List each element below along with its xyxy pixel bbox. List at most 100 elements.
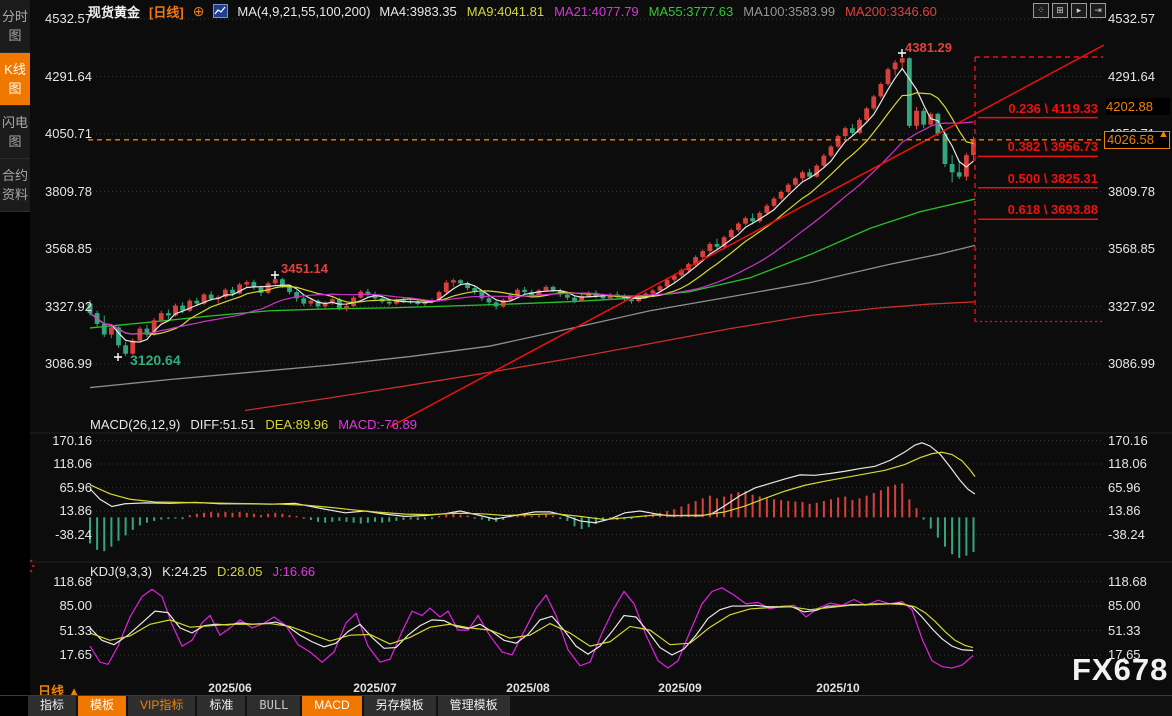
kdj-title: KDJ(9,3,3): [90, 564, 153, 579]
crosshair-icon[interactable]: ⁘: [1033, 3, 1049, 18]
date-label-2025/06: 2025/06: [208, 681, 252, 695]
macd-axis-left-118.06: 118.06: [53, 456, 92, 471]
app-window: 分时图 K线图 闪电图 合约资料 现货黄金 [日线] ⊕ MA(4,9,21,55,1…: [0, 0, 1172, 716]
date-label-2025/10: 2025/10: [816, 681, 860, 695]
export-panel-icon[interactable]: ⇥: [1090, 3, 1106, 18]
kdj-k-value: K:24.25: [162, 564, 207, 579]
period-label[interactable]: [日线]: [149, 2, 184, 21]
fib-level-label-3: 0.618 \ 3693.88: [1007, 202, 1098, 218]
chart-mode-tabs: 分时图 K线图 闪电图 合约资料: [0, 0, 30, 212]
fibonacci-retracement[interactable]: [974, 56, 1105, 323]
macd-axis-left-65.96: 65.96: [59, 479, 92, 495]
ma-value-3: MA55:3777.63: [648, 3, 734, 19]
watermark: FX678: [1072, 652, 1169, 687]
macd-panel[interactable]: [89, 442, 976, 558]
candles-layer: [87, 55, 976, 356]
kdj-k-line: [89, 602, 974, 656]
swing-high-label: 3451.14: [281, 261, 328, 276]
price-axis-right-3086.99: 3086.99: [1108, 356, 1155, 371]
kdj-j-value: J:16.66: [272, 564, 316, 579]
toolbar-spacer: [0, 696, 28, 716]
macd-diff-value: DIFF:51.51: [190, 417, 256, 432]
symbol-name: 现货黄金: [88, 4, 141, 20]
macd-dea-line: [89, 451, 976, 521]
macd-axis-left-170.16: 170.16: [52, 432, 92, 448]
chart-type-icon[interactable]: [213, 4, 229, 18]
macd-axis-right-13.86: 13.86: [1108, 503, 1141, 519]
macd-axis-left--38.24: -38.24: [55, 526, 92, 542]
ma100-line: [89, 244, 976, 389]
kdj-j-line: [89, 587, 974, 669]
kdj-d-value: D:28.05: [216, 564, 263, 579]
macd-dea-value: DEA:89.96: [265, 417, 329, 432]
fib-level-label-2: 0.500 \ 3825.31: [1007, 170, 1098, 186]
kdj-axis-right-51.33: 51.33: [1108, 622, 1141, 638]
ma-settings-label[interactable]: MA(4,9,21,55,100,200): [237, 4, 370, 19]
price-axis-left-3568.85: 3568.85: [45, 241, 92, 256]
chart-header: 现货黄金 [日线] ⊕ MA(4,9,21,55,100,200) MA4:39…: [88, 2, 937, 21]
macd-axis-right-118.06: 118.06: [1108, 456, 1147, 471]
price-axis-right-3568.85: 3568.85: [1108, 241, 1155, 256]
kdj-axis-right-118.68: 118.68: [1108, 573, 1147, 589]
play-panel-icon[interactable]: ▸: [1071, 3, 1087, 18]
toolbar-button-VIP指标[interactable]: VIP指标: [128, 696, 196, 716]
sidebar-tab-K线图[interactable]: K线图: [0, 53, 30, 106]
fib-level-label-1: 0.382 \ 3956.73: [1007, 139, 1098, 155]
ma4-line: [89, 67, 974, 343]
ma-value-4: MA100:3583.99: [743, 3, 836, 19]
price-axis-left-3086.99: 3086.99: [45, 356, 92, 371]
kdj-axis-right-85.00: 85.00: [1108, 597, 1141, 613]
settlement-price-tag: 4202.88: [1106, 98, 1170, 115]
add-compare-icon[interactable]: ⊕: [193, 3, 205, 20]
toolbar-button-管理模板[interactable]: 管理模板: [437, 696, 510, 716]
gridlines: [30, 18, 1172, 656]
macd-macd-value: MACD:-76.89: [338, 417, 417, 432]
bottom-toolbar: 指标 模板 VIP指标 标准 BULL MACD 另存模板 管理模板: [0, 695, 1172, 716]
price-axis-right-3809.78: 3809.78: [1108, 183, 1155, 199]
toolbar-button-标准[interactable]: 标准: [197, 696, 246, 716]
toolbar-button-另存模板[interactable]: 另存模板: [363, 696, 436, 716]
multi-panel-icon[interactable]: ⊞: [1052, 3, 1068, 18]
date-label-2025/09: 2025/09: [658, 681, 702, 695]
macd-title: MACD(26,12,9): [90, 417, 181, 432]
sidebar-tab-合约资料[interactable]: 合约资料: [0, 159, 30, 212]
price-axis-right-4532.57: 4532.57: [1108, 11, 1155, 26]
date-label-2025/07: 2025/07: [353, 681, 397, 695]
toolbar-button-MACD[interactable]: MACD: [302, 696, 362, 716]
kdj-axis-left-51.33: 51.33: [59, 622, 92, 638]
price-axis-left-4050.71: 4050.71: [45, 126, 92, 141]
macd-axis-left-13.86: 13.86: [59, 503, 92, 519]
peak-price-label: 4381.29: [905, 40, 952, 55]
price-axis-left-3809.78: 3809.78: [45, 183, 92, 199]
kdj-d-line: [89, 603, 974, 649]
window-tool-icons: ⁘ ⊞ ▸ ⇥: [1033, 3, 1106, 18]
toolbar-button-BULL[interactable]: BULL: [247, 696, 301, 716]
kdj-header[interactable]: KDJ(9,3,3) K:24.25 D:28.05 J:16.66: [90, 564, 315, 579]
kdj-axis-left-85.00: 85.00: [59, 597, 92, 613]
main-panel[interactable]: [87, 44, 1105, 428]
macd-axis-right-65.96: 65.96: [1108, 479, 1141, 495]
kdj-axis-left-118.68: 118.68: [53, 573, 92, 589]
macd-dif-line: [89, 442, 976, 524]
fib-level-label-0: 0.236 \ 4119.33: [1008, 100, 1098, 116]
kdj-axis-left-17.65: 17.65: [59, 647, 92, 663]
macd-header[interactable]: MACD(26,12,9) DIFF:51.51 DEA:89.96 MACD:…: [90, 417, 417, 432]
sidebar-tab-闪电图[interactable]: 闪电图: [0, 106, 30, 159]
price-axis-left-3327.92: 3327.92: [45, 298, 92, 314]
date-label-2025/08: 2025/08: [506, 681, 550, 695]
ma21-line: [89, 121, 974, 335]
extreme-markers: [114, 49, 906, 361]
price-axis-right-4291.64: 4291.64: [1108, 68, 1155, 84]
ma-value-5: MA200:3346.60: [845, 3, 937, 19]
swing-low-label: 3120.64: [130, 352, 181, 368]
kdj-panel[interactable]: [89, 587, 974, 669]
toolbar-button-模板[interactable]: 模板: [78, 696, 127, 716]
ma-value-1: MA9:4041.81: [466, 3, 545, 19]
ma-values: MA4:3983.35 MA9:4041.81 MA21:4077.79 MA55:3…: [379, 4, 936, 19]
trendline[interactable]: [389, 44, 1105, 428]
ma-value-2: MA21:4077.79: [554, 3, 639, 19]
sidebar-tab-分时图[interactable]: 分时图: [0, 0, 30, 53]
price-up-arrow-icon: ▲: [1158, 128, 1169, 140]
toolbar-button-指标[interactable]: 指标: [28, 696, 77, 716]
ma9-line: [89, 92, 974, 335]
